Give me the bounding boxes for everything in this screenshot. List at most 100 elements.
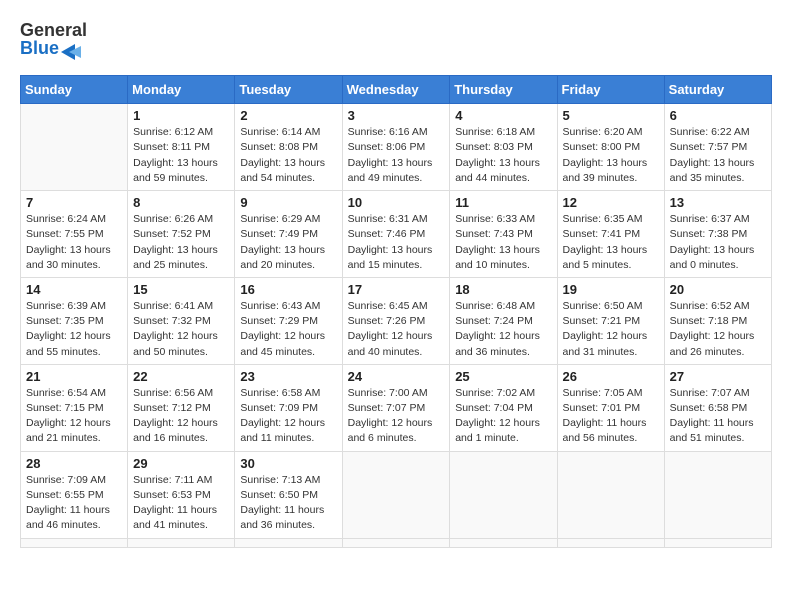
day-info: Sunrise: 6:26 AMSunset: 7:52 PMDaylight:… xyxy=(133,212,229,273)
day-info: Sunrise: 6:56 AMSunset: 7:12 PMDaylight:… xyxy=(133,386,229,447)
calendar-week-row: 1 Sunrise: 6:12 AMSunset: 8:11 PMDaylight… xyxy=(21,104,772,191)
calendar-day-cell xyxy=(450,538,557,547)
day-info: Sunrise: 6:18 AMSunset: 8:03 PMDaylight:… xyxy=(455,125,551,186)
calendar-day-cell: 10Sunrise: 6:31 AMSunset: 7:46 PMDayligh… xyxy=(342,191,450,278)
calendar-day-cell xyxy=(128,538,235,547)
day-number: 16 xyxy=(240,282,336,297)
calendar-day-cell: 11Sunrise: 6:33 AMSunset: 7:43 PMDayligh… xyxy=(450,191,557,278)
calendar-day-cell: 9 Sunrise: 6:29 AMSunset: 7:49 PMDaylight… xyxy=(235,191,342,278)
logo-blue: Blue xyxy=(20,38,59,60)
day-info: Sunrise: 6:48 AMSunset: 7:24 PMDaylight:… xyxy=(455,299,551,360)
calendar-day-cell xyxy=(235,538,342,547)
day-info: Sunrise: 7:13 AMSunset: 6:50 PMDaylight:… xyxy=(240,473,336,534)
calendar-day-cell: 13 Sunrise: 6:37 AMSunset: 7:38 PMDayligh… xyxy=(664,191,771,278)
day-number: 6 xyxy=(670,108,766,123)
day-number: 4 xyxy=(455,108,551,123)
day-number: 27 xyxy=(670,369,766,384)
calendar-day-cell: 22 Sunrise: 6:56 AMSunset: 7:12 PMDayligh… xyxy=(128,364,235,451)
calendar-day-cell xyxy=(21,538,128,547)
day-info: Sunrise: 6:37 AMSunset: 7:38 PMDaylight:… xyxy=(670,212,766,273)
calendar-day-cell: 2Sunrise: 6:14 AMSunset: 8:08 PMDaylight… xyxy=(235,104,342,191)
day-info: Sunrise: 6:29 AMSunset: 7:49 PMDaylight:… xyxy=(240,212,336,273)
day-info: Sunrise: 6:20 AMSunset: 8:00 PMDaylight:… xyxy=(563,125,659,186)
day-info: Sunrise: 6:22 AMSunset: 7:57 PMDaylight:… xyxy=(670,125,766,186)
calendar-day-cell xyxy=(21,104,128,191)
day-info: Sunrise: 6:58 AMSunset: 7:09 PMDaylight:… xyxy=(240,386,336,447)
day-info: Sunrise: 6:52 AMSunset: 7:18 PMDaylight:… xyxy=(670,299,766,360)
day-number: 18 xyxy=(455,282,551,297)
day-info: Sunrise: 6:24 AMSunset: 7:55 PMDaylight:… xyxy=(26,212,122,273)
day-number: 9 xyxy=(240,195,336,210)
day-number: 12 xyxy=(563,195,659,210)
calendar-day-cell: 6 Sunrise: 6:22 AMSunset: 7:57 PMDaylight… xyxy=(664,104,771,191)
calendar-day-cell xyxy=(450,451,557,538)
weekday-header-thursday: Thursday xyxy=(450,76,557,104)
calendar-week-row: 21 Sunrise: 6:54 AMSunset: 7:15 PMDayligh… xyxy=(21,364,772,451)
calendar-day-cell: 26 Sunrise: 7:05 AMSunset: 7:01 PMDayligh… xyxy=(557,364,664,451)
day-number: 14 xyxy=(26,282,122,297)
calendar-day-cell: 24 Sunrise: 7:00 AMSunset: 7:07 PMDayligh… xyxy=(342,364,450,451)
calendar-table: SundayMondayTuesdayWednesdayThursdayFrid… xyxy=(20,75,772,547)
calendar-day-cell: 4 Sunrise: 6:18 AMSunset: 8:03 PMDaylight… xyxy=(450,104,557,191)
day-info: Sunrise: 6:39 AMSunset: 7:35 PMDaylight:… xyxy=(26,299,122,360)
day-info: Sunrise: 7:00 AMSunset: 7:07 PMDaylight:… xyxy=(348,386,445,447)
day-number: 30 xyxy=(240,456,336,471)
calendar-week-row: 7Sunrise: 6:24 AMSunset: 7:55 PMDaylight… xyxy=(21,191,772,278)
day-number: 1 xyxy=(133,108,229,123)
day-number: 26 xyxy=(563,369,659,384)
day-info: Sunrise: 6:14 AMSunset: 8:08 PMDaylight:… xyxy=(240,125,336,186)
calendar-day-cell: 15 Sunrise: 6:41 AMSunset: 7:32 PMDayligh… xyxy=(128,277,235,364)
calendar-day-cell: 18 Sunrise: 6:48 AMSunset: 7:24 PMDayligh… xyxy=(450,277,557,364)
calendar-week-row: 28Sunrise: 7:09 AMSunset: 6:55 PMDayligh… xyxy=(21,451,772,538)
calendar-day-cell: 19 Sunrise: 6:50 AMSunset: 7:21 PMDayligh… xyxy=(557,277,664,364)
day-number: 24 xyxy=(348,369,445,384)
day-info: Sunrise: 6:43 AMSunset: 7:29 PMDaylight:… xyxy=(240,299,336,360)
calendar-day-cell: 3 Sunrise: 6:16 AMSunset: 8:06 PMDaylight… xyxy=(342,104,450,191)
weekday-header-wednesday: Wednesday xyxy=(342,76,450,104)
day-info: Sunrise: 6:50 AMSunset: 7:21 PMDaylight:… xyxy=(563,299,659,360)
calendar-day-cell: 12 Sunrise: 6:35 AMSunset: 7:41 PMDayligh… xyxy=(557,191,664,278)
calendar-day-cell xyxy=(342,451,450,538)
day-info: Sunrise: 7:05 AMSunset: 7:01 PMDaylight:… xyxy=(563,386,659,447)
day-number: 8 xyxy=(133,195,229,210)
day-info: Sunrise: 6:16 AMSunset: 8:06 PMDaylight:… xyxy=(348,125,445,186)
weekday-header-row: SundayMondayTuesdayWednesdayThursdayFrid… xyxy=(21,76,772,104)
day-number: 29 xyxy=(133,456,229,471)
day-info: Sunrise: 6:35 AMSunset: 7:41 PMDaylight:… xyxy=(563,212,659,273)
day-number: 28 xyxy=(26,456,122,471)
weekday-header-friday: Friday xyxy=(557,76,664,104)
weekday-header-tuesday: Tuesday xyxy=(235,76,342,104)
calendar-day-cell: 27Sunrise: 7:07 AMSunset: 6:58 PMDayligh… xyxy=(664,364,771,451)
calendar-week-row xyxy=(21,538,772,547)
weekday-header-sunday: Sunday xyxy=(21,76,128,104)
day-number: 19 xyxy=(563,282,659,297)
calendar-day-cell: 28Sunrise: 7:09 AMSunset: 6:55 PMDayligh… xyxy=(21,451,128,538)
day-info: Sunrise: 6:45 AMSunset: 7:26 PMDaylight:… xyxy=(348,299,445,360)
calendar-day-cell: 1 Sunrise: 6:12 AMSunset: 8:11 PMDaylight… xyxy=(128,104,235,191)
day-number: 22 xyxy=(133,369,229,384)
day-number: 5 xyxy=(563,108,659,123)
day-number: 17 xyxy=(348,282,445,297)
day-info: Sunrise: 7:11 AMSunset: 6:53 PMDaylight:… xyxy=(133,473,229,534)
calendar-day-cell: 21 Sunrise: 6:54 AMSunset: 7:15 PMDayligh… xyxy=(21,364,128,451)
weekday-header-saturday: Saturday xyxy=(664,76,771,104)
day-number: 15 xyxy=(133,282,229,297)
calendar-day-cell: 5 Sunrise: 6:20 AMSunset: 8:00 PMDaylight… xyxy=(557,104,664,191)
day-info: Sunrise: 6:12 AMSunset: 8:11 PMDaylight:… xyxy=(133,125,229,186)
calendar-day-cell: 29 Sunrise: 7:11 AMSunset: 6:53 PMDayligh… xyxy=(128,451,235,538)
day-number: 20 xyxy=(670,282,766,297)
day-info: Sunrise: 6:41 AMSunset: 7:32 PMDaylight:… xyxy=(133,299,229,360)
day-number: 25 xyxy=(455,369,551,384)
calendar-day-cell: 20 Sunrise: 6:52 AMSunset: 7:18 PMDayligh… xyxy=(664,277,771,364)
calendar-day-cell xyxy=(664,538,771,547)
calendar-day-cell xyxy=(557,538,664,547)
day-number: 3 xyxy=(348,108,445,123)
calendar-day-cell: 30 Sunrise: 7:13 AMSunset: 6:50 PMDayligh… xyxy=(235,451,342,538)
calendar-day-cell: 14 Sunrise: 6:39 AMSunset: 7:35 PMDayligh… xyxy=(21,277,128,364)
logo: GeneralBlue xyxy=(20,20,87,59)
calendar-day-cell xyxy=(664,451,771,538)
day-info: Sunrise: 6:31 AMSunset: 7:46 PMDaylight:… xyxy=(348,212,445,273)
day-info: Sunrise: 6:54 AMSunset: 7:15 PMDaylight:… xyxy=(26,386,122,447)
day-number: 13 xyxy=(670,195,766,210)
day-number: 21 xyxy=(26,369,122,384)
